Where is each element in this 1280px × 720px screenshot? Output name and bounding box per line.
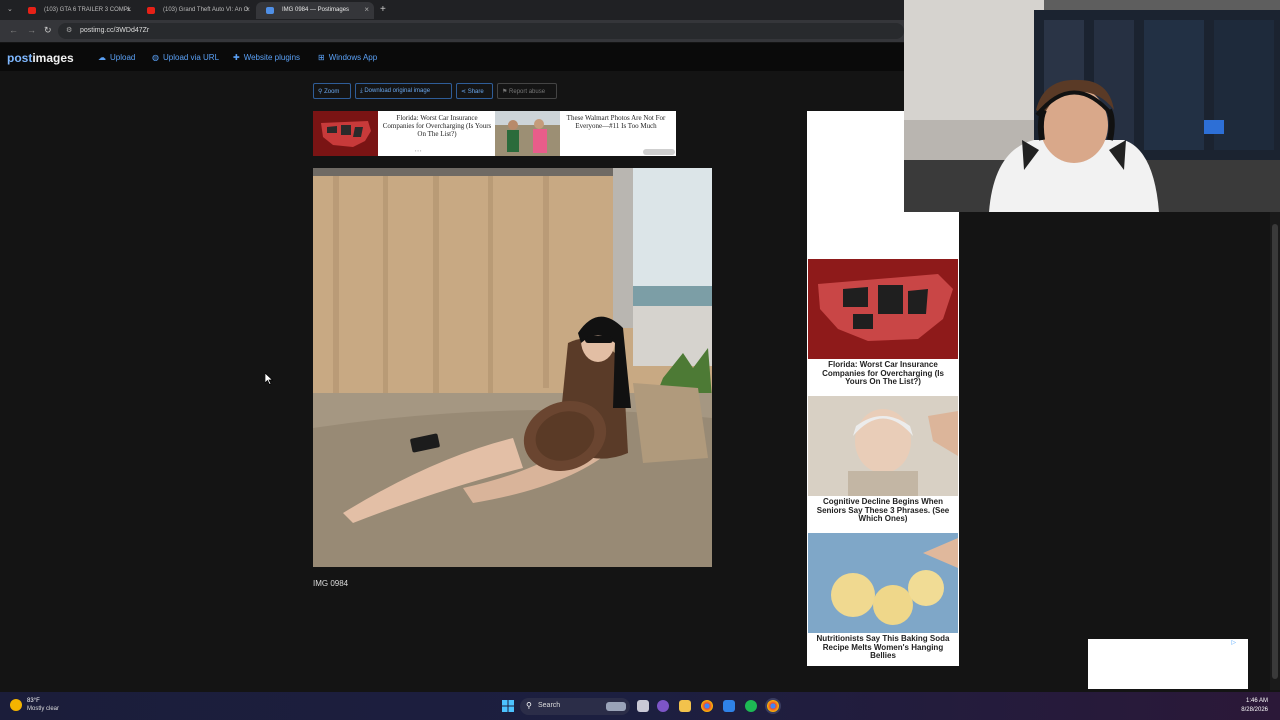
close-icon[interactable]: × <box>126 5 131 14</box>
forward-icon[interactable]: → <box>27 25 36 35</box>
download-original-button[interactable]: ⤓ Download original image <box>355 83 452 99</box>
clock-date: 8/28/2026 <box>1241 707 1268 713</box>
site-header: postimages ☁ Upload ◍ Upload via URL ✚ Webs… <box>0 43 904 71</box>
us-map-ad-thumbnail <box>313 111 378 156</box>
reload-icon[interactable]: ↻ <box>44 25 52 36</box>
url-field[interactable]: ⚙ postimg.cc/3WDd47Zr <box>58 23 904 39</box>
share-button[interactable]: ⋖ Share <box>456 83 493 99</box>
us-map-ad-image[interactable] <box>808 259 958 359</box>
tab-label: (103) GTA 6 TRAILER 3 COMPL <box>44 7 132 13</box>
browser-tab-bar: ⌄ (103) GTA 6 TRAILER 3 COMPL × (103) Gr… <box>0 0 904 20</box>
back-icon[interactable]: ← <box>9 25 18 35</box>
flag-icon: ⚑ <box>502 89 510 95</box>
nav-upload-via-url[interactable]: ◍ Upload via URL <box>152 53 219 62</box>
system-clock[interactable]: 1:46 AM 8/28/2026 <box>1241 697 1268 715</box>
taskbar-search[interactable]: ⚲ Search <box>520 698 630 715</box>
banner-ad-text-2: These Walmart Photos Are Not For Everyon… <box>566 114 666 130</box>
baking-soda-ad-image[interactable] <box>808 533 958 633</box>
sidebar-ad-text-2[interactable]: Cognitive Decline Begins When Seniors Sa… <box>811 497 955 524</box>
github-desktop-icon[interactable] <box>657 700 669 712</box>
share-icon: ⋖ <box>461 89 468 95</box>
new-tab-icon[interactable]: + <box>380 4 386 15</box>
tab-gta-vi[interactable]: (103) Grand Theft Auto VI: An O × <box>137 2 255 19</box>
globe-icon: ◍ <box>152 53 159 62</box>
page-scrollbar[interactable] <box>1270 212 1280 690</box>
report-abuse-button[interactable]: ⚑ Report abuse <box>497 83 557 99</box>
windows-start-icon[interactable] <box>502 700 514 712</box>
zoom-button[interactable]: ⚲ Zoom <box>313 83 351 99</box>
close-icon[interactable]: × <box>245 5 250 14</box>
ad-info-icon[interactable]: ▷ <box>1231 639 1236 646</box>
banner-ad-text-1: Florida: Worst Car Insurance Companies f… <box>382 114 492 138</box>
tab-label: IMG 0984 — Postimages <box>282 7 350 13</box>
sidebar-ad-text-1[interactable]: Florida: Worst Car Insurance Companies f… <box>811 360 955 387</box>
ad-choices-icon[interactable] <box>643 149 675 155</box>
puzzle-icon: ✚ <box>233 53 240 62</box>
nav-upload[interactable]: ☁ Upload <box>98 53 135 62</box>
youtube-icon <box>147 7 155 14</box>
ad-source-label: ▪ ▪ ▪ <box>415 148 422 153</box>
uploaded-photo[interactable] <box>313 168 712 567</box>
mouse-cursor-icon <box>265 373 273 385</box>
walmart-ad-thumbnail <box>495 111 560 156</box>
spotify-icon[interactable] <box>745 700 757 712</box>
image-caption: IMG 0984 <box>313 579 349 588</box>
clock-time: 1:46 AM <box>1245 698 1268 704</box>
cloud-upload-icon: ☁ <box>98 53 106 62</box>
postimages-logo[interactable]: postimages <box>7 51 74 65</box>
youtube-icon <box>28 7 36 14</box>
tab-list-chevron-icon[interactable]: ⌄ <box>7 5 13 13</box>
task-view-icon[interactable] <box>637 700 649 712</box>
nav-windows-app[interactable]: ⊞ Windows App <box>318 53 377 62</box>
microsoft-store-icon[interactable] <box>723 700 735 712</box>
postimages-favicon-icon <box>266 7 274 14</box>
senior-woman-ad-image[interactable] <box>808 396 958 496</box>
windows-taskbar: 83°F Mostly clear ⚲ Search 1:46 AM 8/28/… <box>0 692 1280 720</box>
chrome-active-icon[interactable] <box>767 700 779 712</box>
search-icon: ⚲ <box>526 701 532 710</box>
nav-website-plugins[interactable]: ✚ Website plugins <box>233 53 300 62</box>
site-info-icon[interactable]: ⚙ <box>66 26 72 34</box>
file-explorer-icon[interactable] <box>679 700 691 712</box>
windows-icon: ⊞ <box>318 53 325 62</box>
chrome-icon[interactable] <box>701 700 713 712</box>
tab-postimages[interactable]: IMG 0984 — Postimages × <box>256 2 374 19</box>
tab-gta-trailer[interactable]: (103) GTA 6 TRAILER 3 COMPL × <box>18 2 136 19</box>
sidebar-ad-text-3[interactable]: Nutritionists Say This Baking Soda Recip… <box>811 634 955 661</box>
temperature: 83°F <box>27 698 40 704</box>
address-bar-row: ← → ↻ ⚙ postimg.cc/3WDd47Zr <box>0 20 904 42</box>
corner-ad[interactable]: ▷ <box>1088 639 1248 689</box>
weather-condition: Mostly clear <box>27 706 60 712</box>
tab-label: (103) Grand Theft Auto VI: An O <box>163 7 249 13</box>
search-highlight-icon <box>606 702 626 711</box>
banner-ad[interactable]: Florida: Worst Car Insurance Companies f… <box>313 111 676 156</box>
moon-weather-icon <box>10 699 22 711</box>
url-text: postimg.cc/3WDd47Zr <box>80 27 150 34</box>
close-icon[interactable]: × <box>364 5 369 14</box>
webcam-overlay <box>904 0 1280 212</box>
scrollbar-thumb[interactable] <box>1272 224 1278 679</box>
